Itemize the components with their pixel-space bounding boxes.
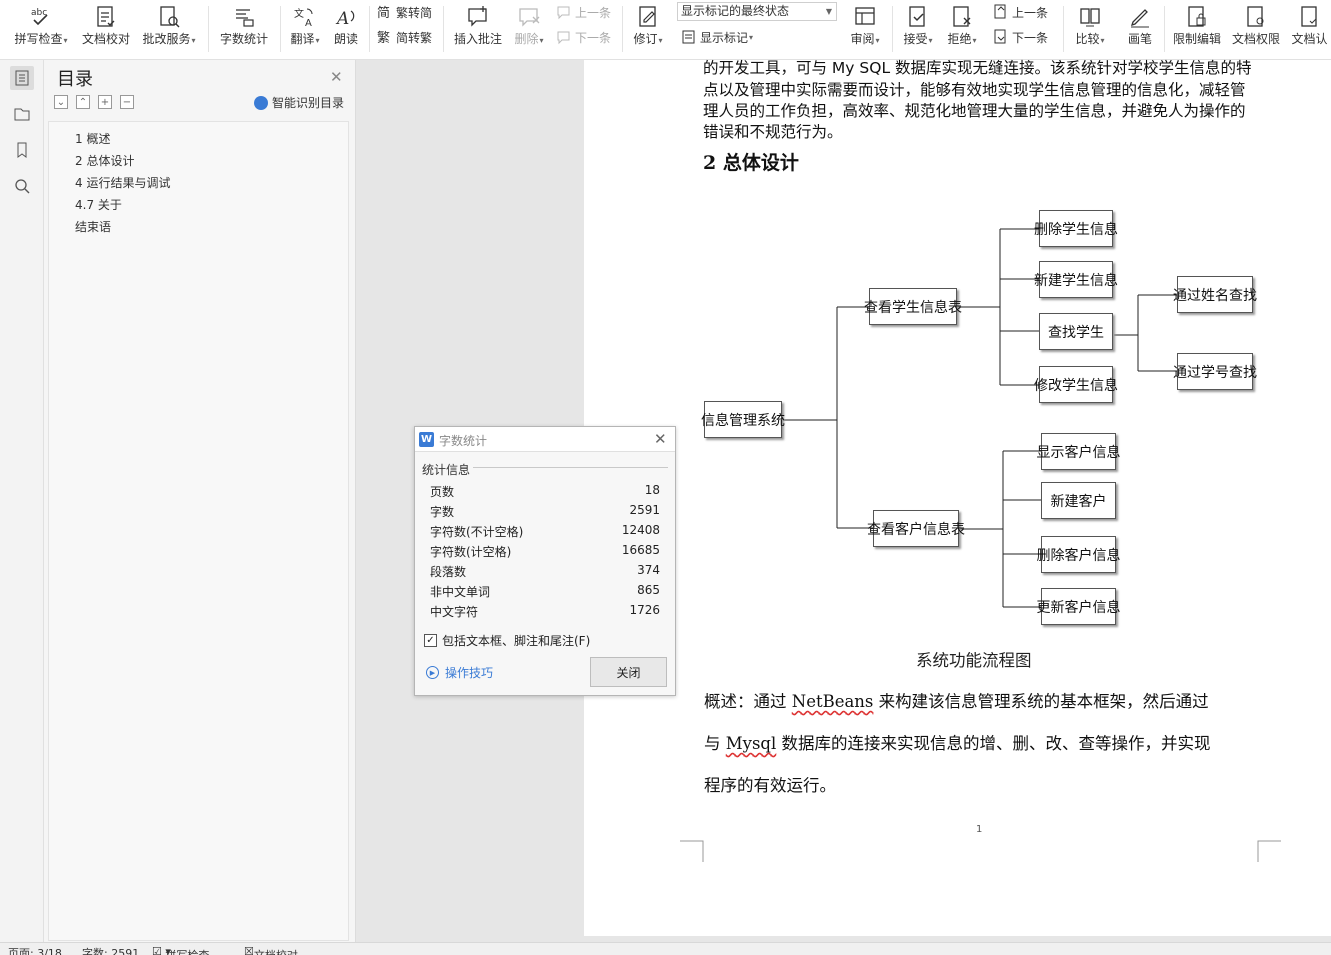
summary-line: 概述：通过 NetBeans 来构建该信息管理系统的基本框架，然后通过	[704, 692, 1209, 711]
play-icon: ▶	[426, 666, 439, 679]
flow-node-by-id: 通过学号查找	[1173, 353, 1257, 390]
wps-logo-icon: W	[419, 432, 434, 447]
flow-node-show-customer: 显示客户信息	[1037, 433, 1121, 470]
flow-node-new-customer: 新建客户	[1041, 482, 1116, 519]
divider	[473, 467, 668, 468]
spell-error-mysql[interactable]: Mysql	[726, 734, 777, 753]
flow-node-delete-customer: 删除客户信息	[1037, 536, 1121, 573]
status-bar: 页面: 3/18 字数: 2591 ☑ 拼写检查 ▾ ☒ 文档校对	[0, 942, 1331, 955]
dialog-title: 字数统计	[439, 434, 488, 448]
stats-section-label: 统计信息	[422, 463, 471, 477]
close-icon[interactable]: ✕	[654, 430, 667, 448]
flow-node-update-customer: 更新客户信息	[1037, 588, 1121, 625]
close-button[interactable]: 关闭	[590, 657, 667, 687]
stat-row: 中文字符 1726	[430, 603, 660, 619]
stat-row: 非中文单词 865	[430, 583, 660, 599]
summary-line: 与 Mysql 数据库的连接来实现信息的增、删、改、查等操作，并实现	[704, 734, 1211, 753]
page-number: 1	[976, 824, 983, 835]
checkmark-icon: ✓	[424, 634, 437, 647]
tips-link[interactable]: ▶ 操作技巧	[426, 664, 493, 681]
word-count-dialog: W 字数统计 ✕ 统计信息 页数 18 字数 2591 字符数(不计空格) 12408…	[414, 426, 676, 696]
flow-node-delete-student: 删除学生信息	[1034, 210, 1118, 247]
flow-node-edit-student: 修改学生信息	[1034, 366, 1118, 403]
flow-node-find-student: 查找学生	[1039, 313, 1113, 350]
page-corner-mark	[1257, 840, 1281, 862]
stat-row: 页数 18	[430, 483, 660, 499]
dialog-titlebar[interactable]: W 字数统计 ✕	[415, 427, 675, 452]
flow-node-student-table: 查看学生信息表	[864, 288, 962, 325]
include-textbox-checkbox[interactable]: ✓ 包括文本框、脚注和尾注(F)	[424, 632, 590, 649]
word-count-indicator[interactable]: 字数: 2591	[82, 945, 139, 955]
flow-node-root: 信息管理系统	[701, 401, 785, 438]
spell-check-status[interactable]: ☑ 拼写检查 ▾	[152, 945, 209, 955]
stat-row: 字数 2591	[430, 503, 660, 519]
stat-row: 段落数 374	[430, 563, 660, 579]
stat-row: 字符数(不计空格) 12408	[430, 523, 660, 539]
flow-node-new-student: 新建学生信息	[1034, 261, 1118, 298]
figure-caption: 系统功能流程图	[916, 651, 1032, 670]
summary-line: 程序的有效运行。	[704, 776, 836, 795]
page-indicator[interactable]: 页面: 3/18	[8, 945, 62, 955]
page-corner-mark	[680, 840, 704, 862]
doc-proof-status[interactable]: ☒ 文档校对	[244, 945, 298, 955]
stat-row: 字符数(计空格) 16685	[430, 543, 660, 559]
flow-node-customer-table: 查看客户信息表	[867, 510, 965, 547]
flow-node-by-name: 通过姓名查找	[1173, 276, 1257, 313]
spell-error-netbeans[interactable]: NetBeans	[792, 692, 874, 711]
